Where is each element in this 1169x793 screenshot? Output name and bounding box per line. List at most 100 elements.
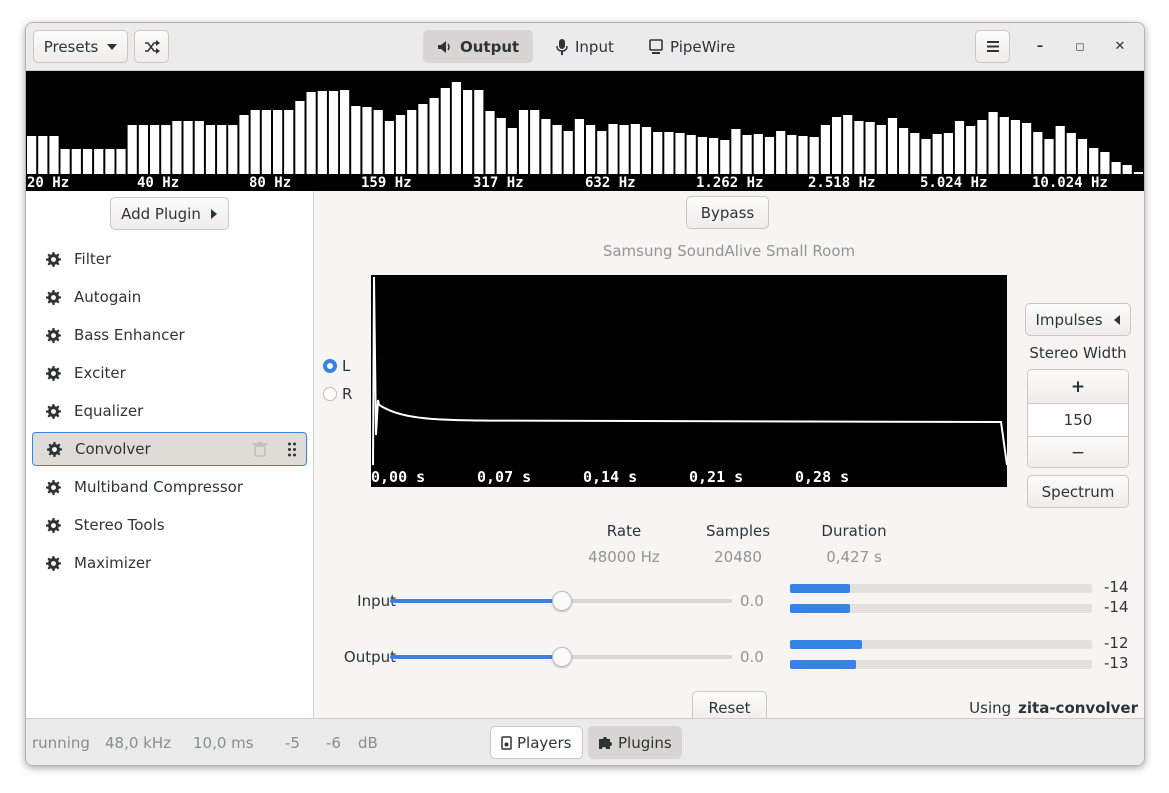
stereo-width-decrease-button[interactable]: − — [1028, 437, 1128, 467]
spectrum-bar — [183, 121, 193, 174]
trash-icon[interactable] — [253, 442, 267, 457]
spectrum-bar — [463, 90, 473, 174]
tab-plugins[interactable]: Plugins — [588, 726, 682, 759]
duration-value: 0,427 s — [826, 548, 882, 566]
spectrum-button[interactable]: Spectrum — [1027, 475, 1129, 508]
plugin-item[interactable]: Filter — [32, 242, 307, 276]
hamburger-menu-icon — [986, 41, 999, 52]
spectrum-bar — [127, 125, 137, 174]
plugin-item[interactable]: Bass Enhancer — [32, 318, 307, 352]
drag-handle-icon[interactable] — [288, 442, 296, 457]
spectrum-bar — [653, 132, 663, 174]
input-gain-slider[interactable] — [390, 591, 732, 611]
spectrum-bar — [1100, 152, 1110, 174]
frequency-label: 80 Hz — [249, 175, 291, 191]
spectrum-bar — [709, 138, 719, 174]
input-gain-knob[interactable] — [552, 591, 572, 611]
plugin-item-label: Autogain — [74, 288, 142, 306]
output-gain-slider[interactable] — [390, 647, 732, 667]
spectrum-bar — [742, 135, 752, 174]
gear-icon — [46, 289, 61, 305]
rate-value: 48000 Hz — [588, 548, 660, 566]
output-gain-value: 0.0 — [740, 648, 764, 666]
spectrum-bar — [440, 88, 450, 174]
input-level-left-value: -14 — [1104, 578, 1129, 596]
status-sample-rate: 48,0 kHz — [105, 734, 172, 752]
frequency-label: 20 Hz — [27, 175, 69, 191]
impulses-label: Impulses — [1035, 310, 1103, 329]
spectrum-bar — [82, 149, 93, 174]
spectrum-bar — [1066, 133, 1076, 174]
minimize-icon: – — [1036, 38, 1044, 54]
spectrum-bar — [27, 136, 37, 174]
plugin-item[interactable]: Autogain — [32, 280, 307, 314]
tab-players[interactable]: Players — [490, 726, 583, 759]
input-gain-value: 0.0 — [740, 592, 764, 610]
spectrum-bar — [608, 124, 618, 174]
spectrum-bar — [966, 126, 976, 174]
spectrum-bar — [887, 118, 898, 174]
stereo-width-value[interactable]: 150 — [1028, 404, 1128, 437]
output-level-right-value: -13 — [1104, 654, 1129, 672]
bypass-label: Bypass — [700, 203, 755, 222]
minimize-button[interactable]: – — [1030, 36, 1050, 56]
gear-icon — [46, 365, 61, 381]
spectrum-bar — [384, 121, 394, 174]
channel-radio-r[interactable]: R — [323, 385, 352, 403]
tab-output[interactable]: Output — [423, 30, 534, 63]
input-level-meter-right — [790, 604, 1092, 613]
presets-label: Presets — [43, 37, 99, 56]
player-icon — [501, 735, 512, 750]
add-plugin-button[interactable]: Add Plugin — [110, 197, 229, 230]
maximize-button[interactable]: ◻ — [1070, 36, 1090, 56]
plugin-item[interactable]: Stereo Tools — [32, 508, 307, 542]
spectrum-bar — [172, 121, 182, 174]
reset-label: Reset — [708, 698, 751, 717]
stereo-width-increase-button[interactable]: + — [1028, 370, 1128, 404]
close-button[interactable]: ✕ — [1110, 36, 1130, 56]
time-axis-label: 0,21 s — [689, 468, 743, 486]
tab-input[interactable]: Input — [542, 30, 628, 63]
bypass-button[interactable]: Bypass — [686, 196, 769, 229]
spectrum-label: Spectrum — [1041, 482, 1115, 501]
plugin-item[interactable]: Exciter — [32, 356, 307, 390]
tab-input-label: Input — [575, 37, 614, 56]
channel-radio-l[interactable]: L — [323, 357, 350, 375]
tab-plugins-label: Plugins — [618, 733, 672, 752]
impulses-button[interactable]: Impulses — [1025, 303, 1131, 336]
plugin-item[interactable]: Maximizer — [32, 546, 307, 580]
dropdown-arrow-icon — [107, 43, 118, 50]
main-menu-button[interactable] — [975, 30, 1010, 63]
spectrum-bar — [138, 125, 148, 174]
spectrum-bar — [753, 134, 763, 174]
speaker-icon — [438, 40, 450, 53]
tab-pipewire[interactable]: PipeWire — [635, 30, 749, 63]
output-gain-knob[interactable] — [552, 647, 572, 667]
spectrum-bar — [910, 133, 920, 174]
plugin-item[interactable]: Convolver — [32, 432, 307, 466]
spectrum-bar — [675, 133, 685, 174]
spectrum-bar — [284, 110, 294, 174]
spectrum-bar — [317, 91, 327, 174]
presets-button[interactable]: Presets — [33, 30, 128, 63]
impulse-name: Samsung SoundAlive Small Room — [602, 242, 856, 260]
plugin-item[interactable]: Equalizer — [32, 394, 307, 428]
input-gain-label: Input — [357, 592, 396, 610]
spectrum-bar — [373, 110, 383, 174]
time-axis-label: 0,28 s — [795, 468, 849, 486]
spectrum-bar — [764, 137, 775, 174]
spectrum-bar — [787, 135, 797, 174]
plugin-item[interactable]: Multiband Compressor — [32, 470, 307, 504]
spectrum-bar — [71, 149, 81, 174]
input-gain-fill — [390, 599, 561, 603]
frequency-label: 2.518 Hz — [808, 175, 875, 191]
spectrum-bar — [418, 104, 428, 174]
spectrum-bar — [1022, 123, 1032, 174]
status-bar: running 48,0 kHz 10,0 ms -5 -6 dB Player… — [26, 718, 1144, 765]
shuffle-button[interactable] — [134, 30, 169, 63]
maximize-icon: ◻ — [1075, 39, 1085, 53]
spectrum-bar — [541, 119, 551, 174]
spectrum-bar — [1077, 139, 1088, 174]
gear-icon — [46, 327, 61, 343]
spectrum-bar — [429, 98, 439, 174]
